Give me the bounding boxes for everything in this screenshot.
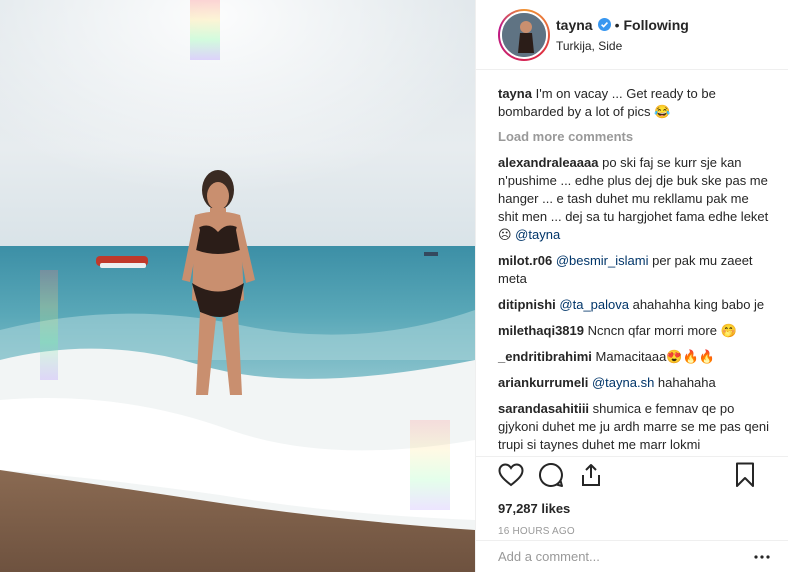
- heart-icon[interactable]: [498, 462, 524, 488]
- more-options-icon[interactable]: [752, 547, 772, 567]
- likes-count[interactable]: 97,287 likes: [498, 501, 772, 516]
- comment-item: ariankurrumeli @tayna.sh hahahaha: [498, 374, 772, 392]
- load-more-comments-button[interactable]: Load more comments: [498, 129, 772, 144]
- verified-badge-icon: [597, 18, 611, 31]
- comment-author[interactable]: ditipnishi: [498, 297, 556, 312]
- comment-item: alexandraleaaaa po ski faj se kurr sje k…: [498, 154, 772, 244]
- comment-mention[interactable]: @tayna: [515, 227, 560, 242]
- post-side-panel: tayna • Following Turkija, Side tayna I'…: [475, 0, 788, 572]
- post-caption: tayna I'm on vacay ... Get ready to be b…: [498, 85, 772, 121]
- action-bar: [498, 457, 772, 493]
- share-icon[interactable]: [578, 462, 604, 488]
- comment-item: _endritibrahimi Mamacitaaa😍🔥🔥: [498, 348, 772, 366]
- avatar-ring[interactable]: [498, 8, 550, 61]
- post-actions-section: 97,287 likes 16 HOURS AGO: [476, 456, 788, 537]
- header-text: tayna • Following Turkija, Side: [556, 17, 689, 53]
- comment-item: ditipnishi @ta_palova ahahahha king babo…: [498, 296, 772, 314]
- comment-author[interactable]: ariankurrumeli: [498, 375, 588, 390]
- instagram-post: tayna • Following Turkija, Side tayna I'…: [0, 0, 788, 572]
- comment-author[interactable]: milethaqi3819: [498, 323, 584, 338]
- comment-item: sarandasahitiii shumica e femnav qe po g…: [498, 400, 772, 454]
- following-button[interactable]: Following: [623, 17, 688, 33]
- separator-dot: •: [614, 16, 620, 33]
- comment-author[interactable]: milot.r06: [498, 253, 552, 268]
- post-photo[interactable]: [0, 0, 475, 572]
- comment-mention[interactable]: @ta_palova: [559, 297, 629, 312]
- comment-text: Ncncn qfar morri more 🤭: [587, 323, 737, 338]
- caption-author[interactable]: tayna: [498, 86, 532, 101]
- comment-input[interactable]: [498, 549, 752, 564]
- comment-author[interactable]: _endritibrahimi: [498, 349, 592, 364]
- user-line: tayna • Following: [556, 17, 689, 33]
- comment-author[interactable]: alexandraleaaaa: [498, 155, 598, 170]
- comment-text-after: hahahaha: [654, 375, 716, 390]
- comment-author[interactable]: sarandasahitiii: [498, 401, 589, 416]
- comment-mention[interactable]: @tayna.sh: [592, 375, 654, 390]
- comments-list[interactable]: tayna I'm on vacay ... Get ready to be b…: [476, 71, 788, 456]
- location-link[interactable]: Turkija, Side: [556, 39, 689, 53]
- username-link[interactable]: tayna: [556, 17, 593, 33]
- comment-icon[interactable]: [538, 462, 564, 488]
- comment-text: Mamacitaaa😍🔥🔥: [595, 349, 715, 364]
- comment-text-after: ahahahha king babo je: [628, 297, 765, 312]
- bookmark-icon[interactable]: [732, 462, 758, 488]
- beach-photo: [0, 0, 475, 572]
- add-comment-bar: [476, 540, 788, 572]
- comment-mention[interactable]: @besmir_islami: [556, 253, 649, 268]
- comment-item: milethaqi3819 Ncncn qfar morri more 🤭: [498, 322, 772, 340]
- avatar-image: [502, 12, 546, 57]
- avatar[interactable]: [500, 10, 548, 59]
- comment-item: milot.r06 @besmir_islami per pak mu zaee…: [498, 252, 772, 288]
- post-header: tayna • Following Turkija, Side: [476, 0, 788, 70]
- post-timestamp[interactable]: 16 HOURS AGO: [498, 526, 772, 537]
